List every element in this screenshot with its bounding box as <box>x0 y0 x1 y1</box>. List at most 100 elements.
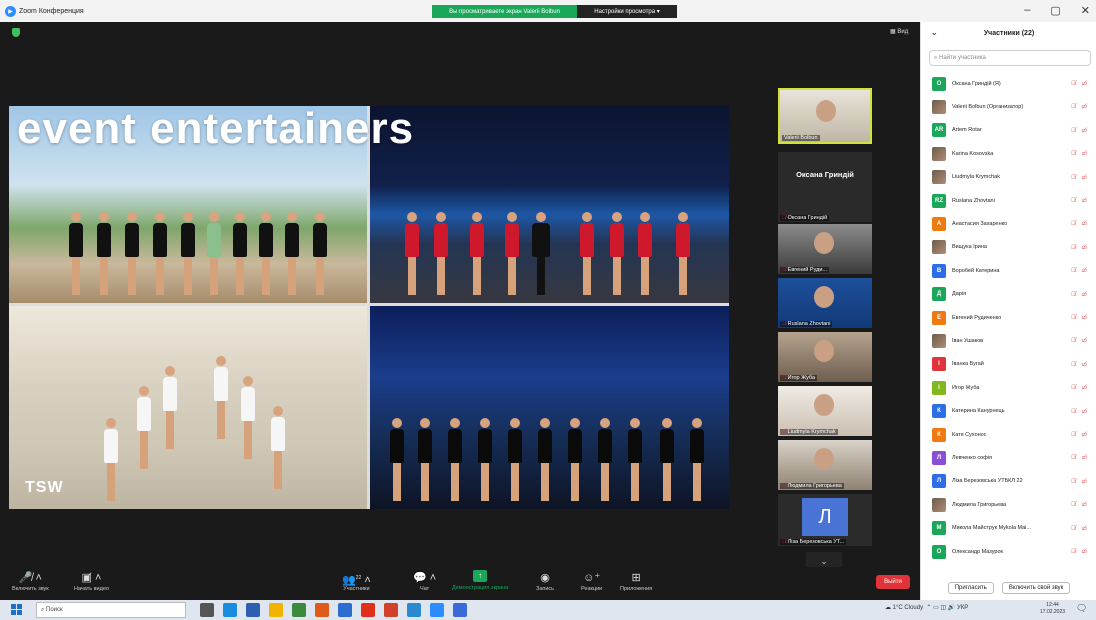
chrome-icon[interactable] <box>407 603 421 617</box>
mic-muted-icon[interactable]: 🎙̸ <box>1071 526 1078 532</box>
participants-button[interactable]: 👥22 ˄ Участники <box>342 570 371 592</box>
language-indicator[interactable]: УКР <box>957 605 968 611</box>
participant-search-input[interactable]: ⌕ Найти участника <box>929 50 1091 66</box>
shared-screen: event entertainers TSW <box>9 106 729 509</box>
chat-button[interactable]: 💬 ˄ Чат <box>413 570 436 592</box>
participant-row[interactable]: Іван Ушаков 🎙̸ ▭̸ <box>921 329 1096 352</box>
taskbar-search-input[interactable]: ⌕ Поиск <box>36 602 186 618</box>
start-video-button[interactable]: ▣̸ ˄ Начать видео <box>74 570 109 592</box>
edge-icon[interactable] <box>223 603 237 617</box>
participant-name: Valerii Bolbun (Организатор) <box>952 103 1024 110</box>
app-icon[interactable] <box>292 603 306 617</box>
mic-muted-icon[interactable]: 🎙̸ <box>1071 432 1078 438</box>
unmute-me-button[interactable]: Включить свой звук <box>1001 582 1071 594</box>
participant-row[interactable]: І Игор Жуба 🎙̸ ▭̸ <box>921 376 1096 399</box>
record-button[interactable]: ◉ Запись <box>536 570 554 592</box>
reactions-button[interactable]: ☺⁺ Реакции <box>581 570 602 592</box>
maximize-icon[interactable]: ▢ <box>1050 4 1060 17</box>
app-icon[interactable] <box>315 603 329 617</box>
participant-tile[interactable]: 🎙̸ Людмила Григорьева <box>778 440 872 490</box>
weather-text: 1°C Cloudy <box>892 605 924 611</box>
speaker-name-tile[interactable]: Оксана Гриндій 🎙̸ Оксана Гриндій <box>778 152 872 222</box>
mic-muted-icon[interactable]: 🎙̸ <box>1071 292 1078 298</box>
view-options-button[interactable]: Настройки просмотра ▾ <box>577 5 677 18</box>
mic-muted-icon: 🎙̸ <box>782 539 787 545</box>
mic-muted-icon[interactable]: 🎙̸ <box>1071 268 1078 274</box>
participant-status-icons: 🎙̸ ▭̸ <box>1071 291 1089 298</box>
mic-muted-icon[interactable]: 🎙̸ <box>1071 104 1078 110</box>
participant-row[interactable]: М Микола Майструк Mykola Mai... 🎙̸ ▭̸ <box>921 517 1096 540</box>
toolbar-label: Запись <box>536 586 555 592</box>
participant-row[interactable]: Karina Kosovska 🎙̸ ▭̸ <box>921 142 1096 165</box>
participant-row[interactable]: Д Дарія 🎙̸ ▭̸ <box>921 283 1096 306</box>
mic-muted-icon[interactable]: 🎙̸ <box>1071 549 1078 555</box>
participant-row[interactable]: Л Ліза Березовська УТБКЛ 22 🎙̸ ▭̸ <box>921 470 1096 493</box>
mic-muted-icon[interactable]: 🎙̸ <box>1071 245 1078 251</box>
participant-row[interactable]: Вищука Ірина 🎙̸ ▭̸ <box>921 236 1096 259</box>
collapse-chevron-icon[interactable]: ⌄ <box>931 28 938 37</box>
participant-row[interactable]: О Оксана Гриндій (Я) 🎙̸ ▭̸ <box>921 72 1096 95</box>
invite-button[interactable]: Пригласить <box>947 582 994 594</box>
store-icon[interactable] <box>246 603 260 617</box>
mic-muted-icon[interactable]: 🎙̸ <box>1071 338 1078 344</box>
view-button[interactable]: ▦ Вид <box>890 28 908 35</box>
mic-muted-icon: 🎙̸ <box>782 267 787 273</box>
camera-off-icon: ▭̸ <box>1081 549 1089 555</box>
file-explorer-icon[interactable] <box>269 603 283 617</box>
participant-tile[interactable]: 🎙̸ Евгений Руди... <box>778 224 872 274</box>
participant-row[interactable]: Е Евгений Рудиченко 🎙̸ ▭̸ <box>921 306 1096 329</box>
zoom-icon[interactable] <box>430 603 444 617</box>
participant-row[interactable]: RZ Ruslana Zhovtani 🎙̸ ▭̸ <box>921 189 1096 212</box>
app-icon[interactable] <box>453 603 467 617</box>
mic-muted-icon[interactable]: 🎙̸ <box>1071 128 1078 134</box>
mic-muted-icon[interactable]: 🎙̸ <box>1071 315 1078 321</box>
minimize-icon[interactable]: – <box>1024 4 1030 17</box>
participant-row[interactable]: Liudmyla Krymchak 🎙̸ ▭̸ <box>921 166 1096 189</box>
toolbar-label: Начать видео <box>74 586 109 592</box>
notifications-icon[interactable]: 🗨 <box>1076 603 1087 614</box>
encryption-shield-icon[interactable] <box>12 28 20 37</box>
opera-icon[interactable] <box>361 603 375 617</box>
participant-status-icons: 🎙̸ ▭̸ <box>1071 337 1089 344</box>
mic-muted-icon[interactable]: 🎙̸ <box>1071 479 1078 485</box>
participant-tile[interactable]: 🎙̸ Игор Жуба <box>778 332 872 382</box>
mic-muted-icon[interactable]: 🎙̸ <box>1071 221 1078 227</box>
active-speaker-tile[interactable]: Valerii Bolbun <box>778 88 872 144</box>
mic-muted-icon[interactable]: 🎙̸ <box>1071 455 1078 461</box>
participant-row[interactable]: І Іванка Бугай 🎙̸ ▭̸ <box>921 353 1096 376</box>
mic-muted-icon[interactable]: 🎙̸ <box>1071 81 1078 87</box>
participant-tile[interactable]: 🎙̸ Liudmyla Krymchak <box>778 386 872 436</box>
participant-tile[interactable]: Л 🎙̸ Ліза Березовська УТ... <box>778 494 872 546</box>
task-view-icon[interactable] <box>200 603 214 617</box>
participant-row[interactable]: О Олександр Мазурок 🎙̸ ▭̸ <box>921 540 1096 563</box>
app-icon[interactable] <box>384 603 398 617</box>
mic-muted-icon: 🎙̸ <box>782 483 787 489</box>
mic-muted-icon[interactable]: 🎙̸ <box>1071 151 1078 157</box>
participant-row[interactable]: Л Левченко софія 🎙̸ ▭̸ <box>921 446 1096 469</box>
mic-muted-icon[interactable]: 🎙̸ <box>1071 502 1078 508</box>
app-icon[interactable] <box>338 603 352 617</box>
close-icon[interactable]: ✕ <box>1081 4 1090 17</box>
mic-muted-icon[interactable]: 🎙̸ <box>1071 362 1078 368</box>
participant-row[interactable]: К Катя Сухонос 🎙̸ ▭̸ <box>921 423 1096 446</box>
title-bar: ▶ Zoom Конференция Вы просматриваете экр… <box>0 0 1096 22</box>
participant-row[interactable]: В Воробей Катерина 🎙̸ ▭̸ <box>921 259 1096 282</box>
mic-muted-icon: 🎤̸ ˄ <box>18 572 42 584</box>
mic-muted-icon[interactable]: 🎙̸ <box>1071 409 1078 415</box>
participant-row[interactable]: Людмила Григорьева 🎙̸ ▭̸ <box>921 493 1096 516</box>
participant-row[interactable]: AR Artem Rotar 🎙̸ ▭̸ <box>921 119 1096 142</box>
mic-muted-icon[interactable]: 🎙̸ <box>1071 198 1078 204</box>
windows-start-icon[interactable] <box>11 604 22 615</box>
clock[interactable]: 12:44 17.02.2023 <box>1040 602 1065 616</box>
apps-button[interactable]: ⊞ Приложения <box>620 570 652 592</box>
mic-muted-icon[interactable]: 🎙̸ <box>1071 385 1078 391</box>
participant-tile[interactable]: 🎙̸ Ruslana Zhovtani <box>778 278 872 328</box>
camera-off-icon: ▭̸ <box>1081 104 1089 111</box>
unmute-button[interactable]: 🎤̸ ˄ Включить звук <box>12 570 49 592</box>
leave-button[interactable]: Выйти <box>876 575 910 589</box>
participant-row[interactable]: А Анастасия Захаренко 🎙̸ ▭̸ <box>921 212 1096 235</box>
participant-row[interactable]: К Катерина Канурнець 🎙̸ ▭̸ <box>921 400 1096 423</box>
participant-row[interactable]: Valerii Bolbun (Организатор) 🎙̸ ▭̸ <box>921 95 1096 118</box>
mic-muted-icon[interactable]: 🎙̸ <box>1071 175 1078 181</box>
share-screen-button[interactable]: ↑ Демонстрация экрана <box>452 570 508 591</box>
